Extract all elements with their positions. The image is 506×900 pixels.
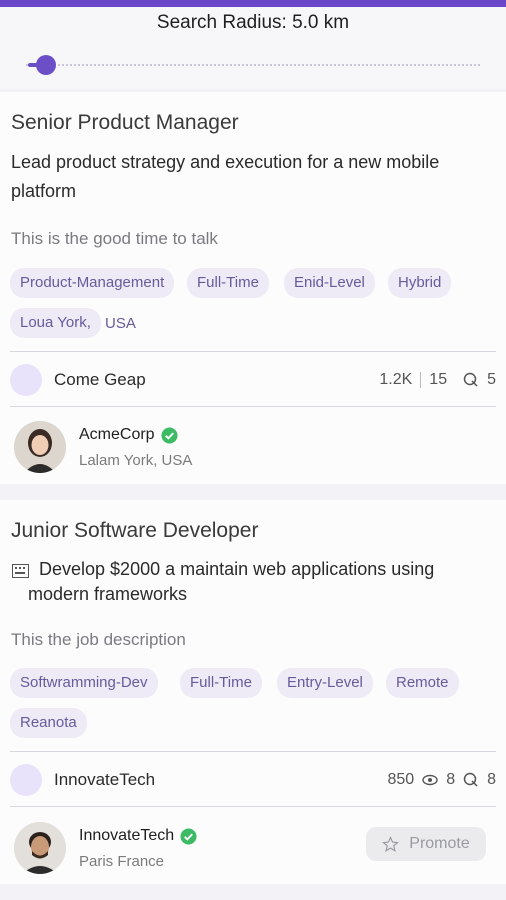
search-radius-label: Search Radius: 5.0 km <box>156 12 350 33</box>
apply-icon <box>463 772 478 787</box>
job-subtitle: This is the good time to talk <box>11 229 218 248</box>
tag[interactable]: Full-Time <box>180 668 262 698</box>
tag[interactable]: Full-Time <box>187 268 269 298</box>
company-name: Come Geap <box>54 370 146 389</box>
divider <box>10 351 496 352</box>
poster-location: Lalam York, USA <box>79 452 193 469</box>
company-stats-row: Come Geap 1.2K 15 5 <box>10 364 496 396</box>
tag[interactable]: Softwramming-Dev <box>10 668 158 698</box>
job-card[interactable]: Junior Software Developer Develop $2000 … <box>0 500 506 884</box>
job-description: Lead product strategy and execution for … <box>11 152 440 201</box>
location-tag[interactable]: Loua York, <box>10 308 101 338</box>
slider-thumb[interactable] <box>36 55 56 75</box>
search-radius-slider[interactable] <box>26 55 480 75</box>
search-radius-panel: Search Radius: 5.0 km <box>0 7 506 89</box>
likes-count: 8 <box>446 771 456 788</box>
job-tags: Product-Management Full-Time Enid-Level … <box>10 268 496 340</box>
job-title: Senior Product Manager <box>11 111 239 134</box>
tag[interactable]: Hybrid <box>388 268 452 298</box>
job-subtitle: This the job description <box>11 630 186 649</box>
avatar <box>14 822 66 874</box>
eye-icon <box>422 774 438 786</box>
job-stats: 850 8 8 <box>387 771 496 789</box>
applies-count: 5 <box>487 371 496 388</box>
star-icon <box>382 835 400 852</box>
stat-separator <box>420 372 422 388</box>
keyboard-icon <box>12 564 29 578</box>
poster-row[interactable]: InnovateTech Paris France Promote <box>14 822 496 878</box>
tag[interactable]: Product-Management <box>10 268 175 298</box>
apply-icon <box>463 372 478 387</box>
top-accent-bar <box>0 0 506 7</box>
company-avatar <box>10 764 42 796</box>
job-tags: Softwramming-Dev Full-Time Entry-Level R… <box>10 668 496 740</box>
tag[interactable]: Remote <box>386 668 459 698</box>
poster-name: InnovateTech <box>79 827 175 844</box>
location-suffix: USA <box>105 315 136 332</box>
promote-button[interactable]: Promote <box>366 827 486 861</box>
job-stats: 1.2K 15 5 <box>379 371 496 389</box>
views-count: 850 <box>387 771 415 788</box>
company-avatar <box>10 364 42 396</box>
poster-name-group: InnovateTech <box>79 827 197 845</box>
slider-track <box>26 64 480 66</box>
likes-count: 15 <box>429 371 448 388</box>
location-tag[interactable]: Reanota <box>10 708 87 738</box>
avatar <box>14 421 66 473</box>
divider <box>10 806 496 807</box>
poster-name: AcmeCorp <box>79 426 155 443</box>
job-description: Develop $2000 a maintain web application… <box>28 559 435 604</box>
divider <box>10 406 496 407</box>
applies-count: 8 <box>487 771 496 788</box>
job-card[interactable]: Senior Product Manager Lead product stra… <box>0 92 506 484</box>
job-title: Junior Software Developer <box>11 519 259 542</box>
poster-row[interactable]: AcmeCorp Lalam York, USA <box>14 421 496 477</box>
tag[interactable]: Entry-Level <box>277 668 373 698</box>
company-stats-row: InnovateTech 850 8 8 <box>10 764 496 796</box>
divider <box>10 751 496 752</box>
job-description-group: Develop $2000 a maintain web application… <box>11 557 481 607</box>
poster-name-group: AcmeCorp <box>79 426 178 444</box>
tag[interactable]: Enid-Level <box>284 268 375 298</box>
promote-label: Promote <box>409 835 470 852</box>
views-count: 1.2K <box>379 371 413 388</box>
company-name: InnovateTech <box>54 770 156 789</box>
poster-location: Paris France <box>79 853 165 870</box>
verified-icon <box>180 827 197 845</box>
verified-icon <box>161 426 178 444</box>
